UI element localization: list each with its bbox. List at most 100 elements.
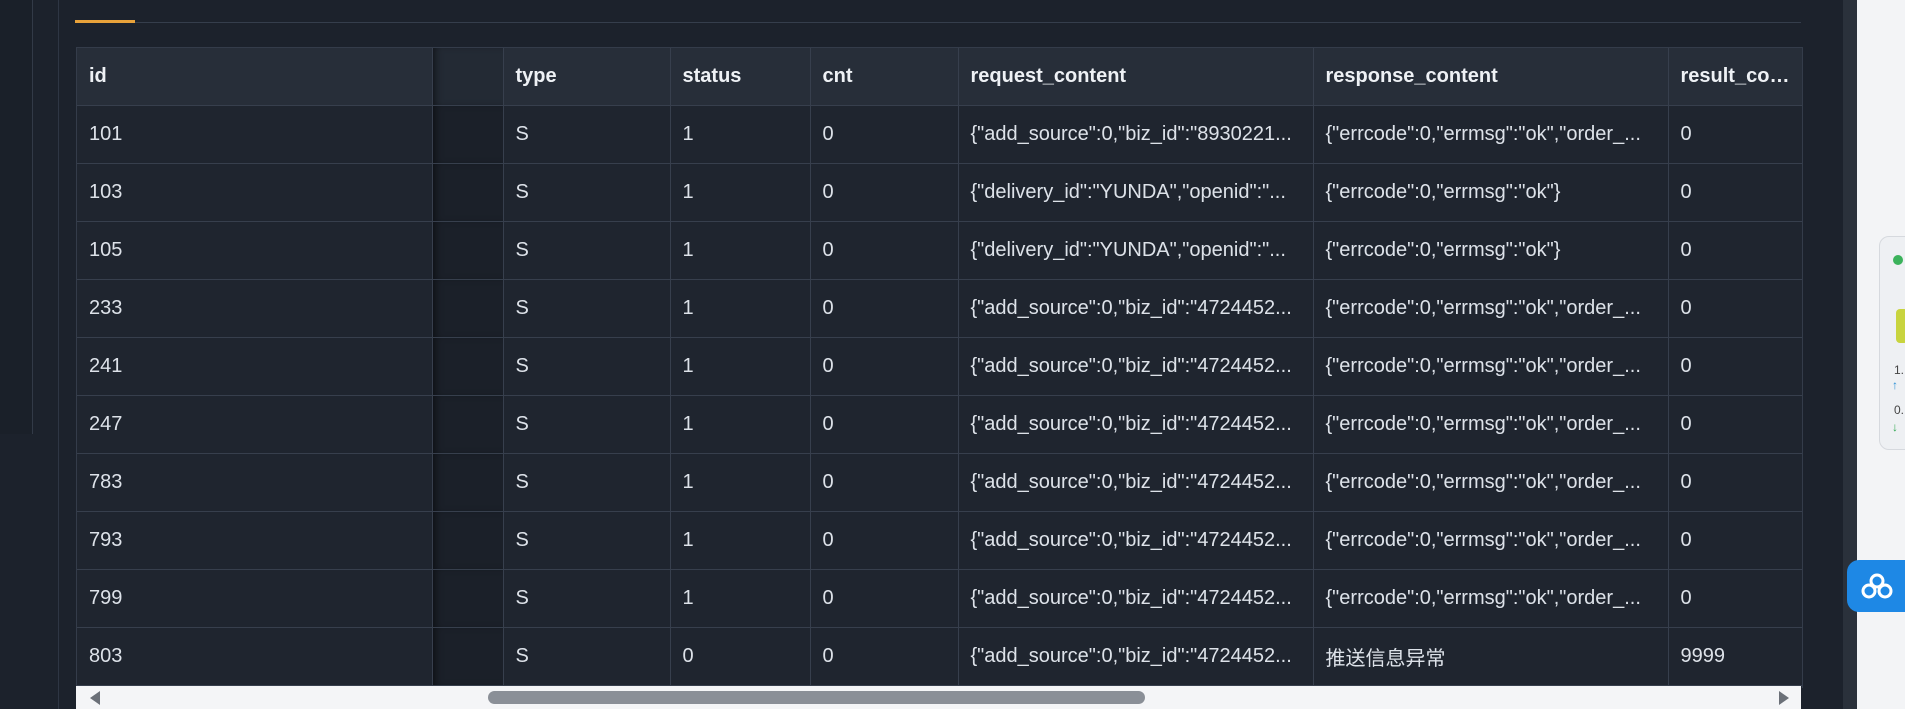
table-row[interactable]: 247 S 1 0 {"add_source":0,"biz_id":"4724452.… bbox=[77, 395, 1802, 454]
table-cell[interactable]: 803 bbox=[77, 627, 433, 686]
table-cell[interactable]: {"add_source":0,"biz_id":"4724452... bbox=[958, 627, 1314, 686]
table-cell[interactable]: 9999 bbox=[1668, 627, 1802, 686]
table-row[interactable]: 101 S 1 0 {"add_source":0,"biz_id":"8930221.… bbox=[77, 105, 1802, 164]
cloud-button[interactable] bbox=[1847, 560, 1905, 612]
table-cell[interactable]: S bbox=[503, 569, 671, 628]
column-header[interactable]: type bbox=[503, 48, 671, 106]
column-header[interactable]: result_code bbox=[1668, 48, 1802, 106]
table-cell[interactable]: 0 bbox=[1668, 395, 1802, 454]
table-cell[interactable]: 0 bbox=[1668, 163, 1802, 222]
scroll-right-arrow-icon[interactable] bbox=[1779, 691, 1789, 705]
table-cell[interactable]: 0 bbox=[810, 627, 959, 686]
table-cell[interactable]: {"add_source":0,"biz_id":"4724452... bbox=[958, 395, 1314, 454]
table-row[interactable]: 103 S 1 0 {"delivery_id":"YUNDA","openid":".… bbox=[77, 163, 1802, 222]
table-row[interactable]: 799 S 1 0 {"add_source":0,"biz_id":"4724452.… bbox=[77, 569, 1802, 628]
table-row[interactable]: 803 S 0 0 {"add_source":0,"biz_id":"4724452.… bbox=[77, 627, 1802, 686]
table-cell[interactable]: 1 bbox=[670, 163, 811, 222]
table-cell[interactable]: 0 bbox=[810, 569, 959, 628]
table-cell[interactable]: 1 bbox=[670, 221, 811, 280]
upload-arrow-icon: ↑ bbox=[1892, 378, 1898, 392]
table-cell[interactable]: S bbox=[503, 279, 671, 338]
table-cell[interactable]: {"delivery_id":"YUNDA","openid":"... bbox=[958, 163, 1314, 222]
table-cell[interactable]: 0 bbox=[810, 337, 959, 396]
table-cell[interactable]: {"errcode":0,"errmsg":"ok","order_... bbox=[1313, 337, 1669, 396]
table-cell[interactable]: 1 bbox=[670, 337, 811, 396]
table-cell[interactable]: 0 bbox=[1668, 279, 1802, 338]
table-cell[interactable]: 0 bbox=[1668, 453, 1802, 512]
table-cell[interactable]: {"errcode":0,"errmsg":"ok","order_... bbox=[1313, 105, 1669, 164]
table-cell[interactable]: 0 bbox=[810, 105, 959, 164]
table-cell[interactable]: 1 bbox=[670, 279, 811, 338]
table-cell[interactable]: 0 bbox=[810, 511, 959, 570]
table-cell[interactable]: S bbox=[503, 337, 671, 396]
floating-monitor-widget[interactable]: 1. ↑ 0. ↓ bbox=[1879, 236, 1905, 450]
table-cell[interactable]: 241 bbox=[77, 337, 433, 396]
table-cell[interactable]: {"add_source":0,"biz_id":"4724452... bbox=[958, 337, 1314, 396]
table-cell[interactable]: 103 bbox=[77, 163, 433, 222]
horizontal-scrollbar[interactable] bbox=[76, 686, 1801, 709]
table-row[interactable]: 783 S 1 0 {"add_source":0,"biz_id":"4724452.… bbox=[77, 453, 1802, 512]
frozen-divider-cell bbox=[432, 627, 504, 686]
table-cell[interactable]: {"delivery_id":"YUNDA","openid":"... bbox=[958, 221, 1314, 280]
table-cell[interactable]: 0 bbox=[810, 163, 959, 222]
table-cell[interactable]: {"add_source":0,"biz_id":"4724452... bbox=[958, 511, 1314, 570]
table-cell[interactable]: 1 bbox=[670, 569, 811, 628]
table-row[interactable]: 793 S 1 0 {"add_source":0,"biz_id":"4724452.… bbox=[77, 511, 1802, 570]
left-panel bbox=[0, 0, 33, 434]
frozen-divider-cell bbox=[432, 221, 504, 280]
table-cell[interactable]: S bbox=[503, 105, 671, 164]
table-cell[interactable]: {"errcode":0,"errmsg":"ok","order_... bbox=[1313, 395, 1669, 454]
table-cell[interactable]: {"errcode":0,"errmsg":"ok"} bbox=[1313, 163, 1669, 222]
table-cell[interactable]: 793 bbox=[77, 511, 433, 570]
table-cell[interactable]: 推送信息异常 bbox=[1313, 627, 1669, 686]
results-table-container[interactable]: id type status cnt request_content respo… bbox=[76, 47, 1803, 688]
table-cell[interactable]: {"add_source":0,"biz_id":"8930221... bbox=[958, 105, 1314, 164]
table-cell[interactable]: 0 bbox=[810, 453, 959, 512]
table-cell[interactable]: 799 bbox=[77, 569, 433, 628]
table-cell[interactable]: 0 bbox=[1668, 105, 1802, 164]
table-cell[interactable]: 0 bbox=[810, 221, 959, 280]
table-cell[interactable]: 247 bbox=[77, 395, 433, 454]
table-cell[interactable]: 0 bbox=[810, 395, 959, 454]
table-cell[interactable]: 0 bbox=[1668, 221, 1802, 280]
table-cell[interactable]: 0 bbox=[1668, 511, 1802, 570]
table-cell[interactable]: S bbox=[503, 395, 671, 454]
table-cell[interactable]: 1 bbox=[670, 105, 811, 164]
table-cell[interactable]: 233 bbox=[77, 279, 433, 338]
table-cell[interactable]: {"add_source":0,"biz_id":"4724452... bbox=[958, 453, 1314, 512]
scroll-left-arrow-icon[interactable] bbox=[90, 691, 100, 705]
table-cell[interactable]: {"errcode":0,"errmsg":"ok","order_... bbox=[1313, 279, 1669, 338]
table-cell[interactable]: {"errcode":0,"errmsg":"ok","order_... bbox=[1313, 453, 1669, 512]
column-header[interactable]: request_content bbox=[958, 48, 1314, 106]
table-cell[interactable]: 0 bbox=[1668, 337, 1802, 396]
column-header[interactable]: cnt bbox=[810, 48, 959, 106]
table-cell[interactable]: 1 bbox=[670, 453, 811, 512]
scrollbar-thumb[interactable] bbox=[488, 691, 1145, 704]
table-cell[interactable]: 1 bbox=[670, 395, 811, 454]
table-cell[interactable]: S bbox=[503, 221, 671, 280]
table-cell[interactable]: S bbox=[503, 511, 671, 570]
table-cell[interactable]: 0 bbox=[810, 279, 959, 338]
table-cell[interactable]: S bbox=[503, 453, 671, 512]
column-header[interactable]: id bbox=[77, 48, 433, 106]
table-cell[interactable]: {"errcode":0,"errmsg":"ok","order_... bbox=[1313, 569, 1669, 628]
table-cell[interactable]: {"errcode":0,"errmsg":"ok","order_... bbox=[1313, 511, 1669, 570]
table-cell[interactable]: 0 bbox=[1668, 569, 1802, 628]
table-cell[interactable]: {"add_source":0,"biz_id":"4724452... bbox=[958, 569, 1314, 628]
column-header[interactable]: status bbox=[670, 48, 811, 106]
table-cell[interactable]: 0 bbox=[670, 627, 811, 686]
table-cell[interactable]: 783 bbox=[77, 453, 433, 512]
column-header[interactable]: response_content bbox=[1313, 48, 1669, 106]
table-cell[interactable]: {"add_source":0,"biz_id":"4724452... bbox=[958, 279, 1314, 338]
table-cell[interactable]: {"errcode":0,"errmsg":"ok"} bbox=[1313, 221, 1669, 280]
table-cell[interactable]: 1 bbox=[670, 511, 811, 570]
table-cell[interactable]: 105 bbox=[77, 221, 433, 280]
table-cell[interactable]: S bbox=[503, 163, 671, 222]
table-row[interactable]: 233 S 1 0 {"add_source":0,"biz_id":"4724452.… bbox=[77, 279, 1802, 338]
table-cell[interactable]: 101 bbox=[77, 105, 433, 164]
frozen-divider-cell bbox=[432, 511, 504, 570]
table-row[interactable]: 105 S 1 0 {"delivery_id":"YUNDA","openid":".… bbox=[77, 221, 1802, 280]
table-row[interactable]: 241 S 1 0 {"add_source":0,"biz_id":"4724452.… bbox=[77, 337, 1802, 396]
table-cell[interactable]: S bbox=[503, 627, 671, 686]
results-table: id type status cnt request_content respo… bbox=[77, 48, 1802, 686]
